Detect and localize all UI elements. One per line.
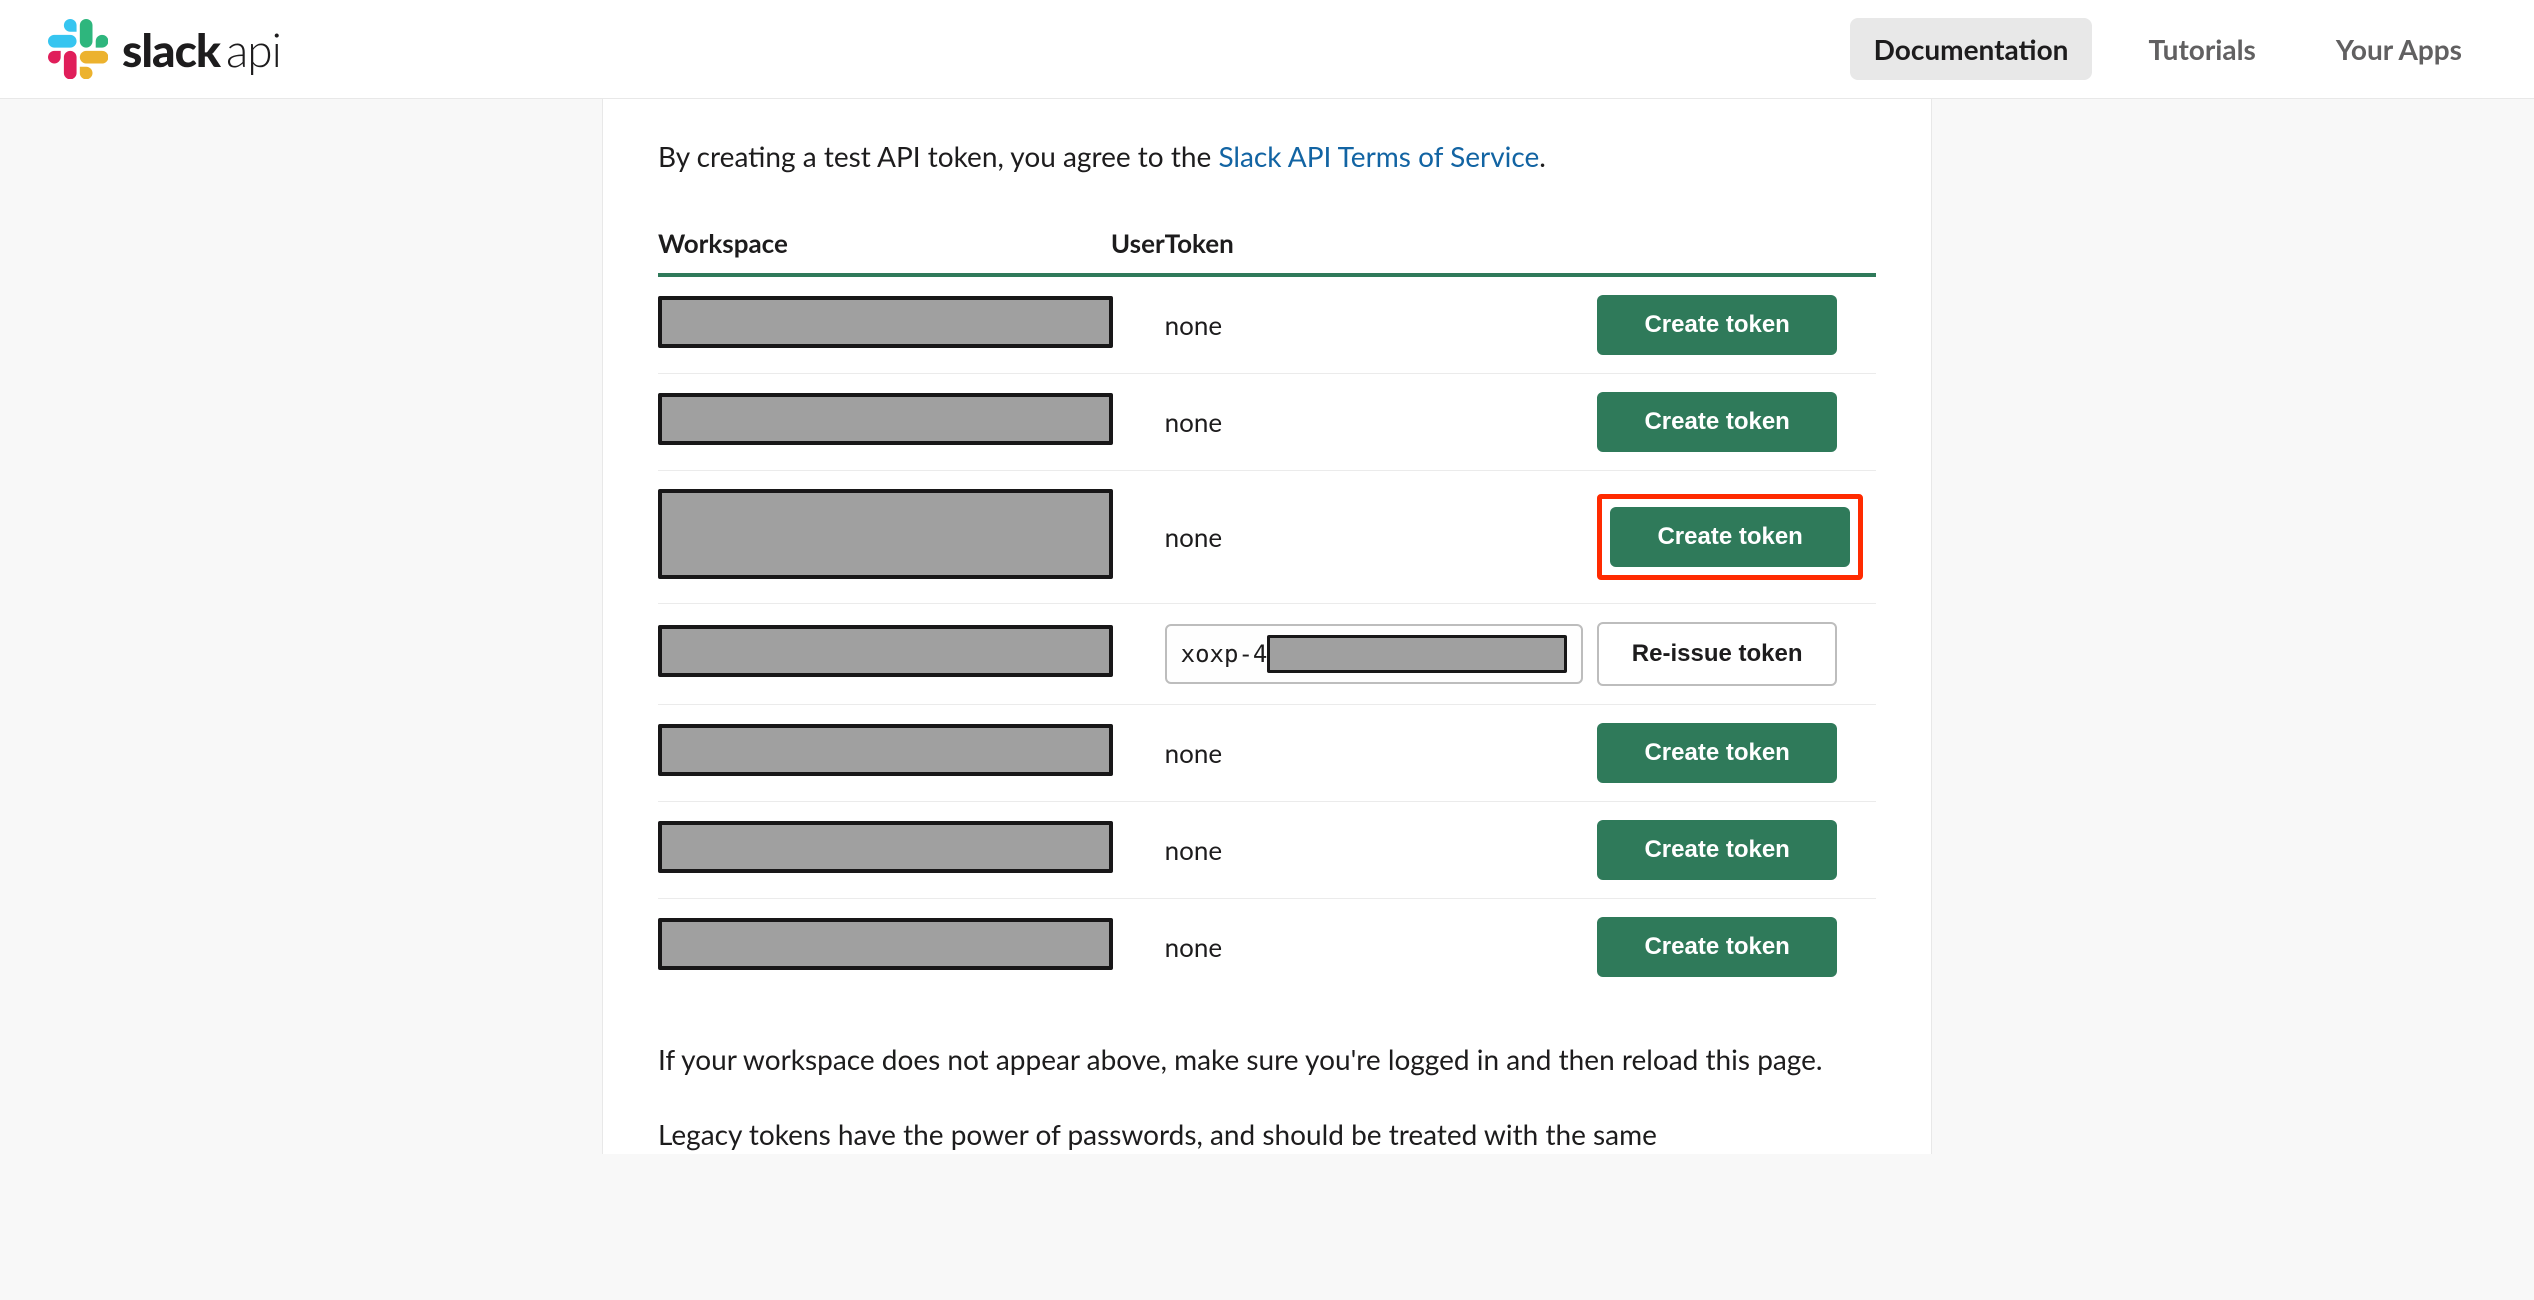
- th-action: [1597, 213, 1876, 275]
- redacted-workspace: [658, 489, 1113, 579]
- topbar: slackapi Documentation Tutorials Your Ap…: [0, 0, 2534, 99]
- table-row: none Create token: [658, 705, 1876, 802]
- note-missing-workspace: If your workspace does not appear above,…: [658, 1039, 1876, 1080]
- content-card: By creating a test API token, you agree …: [602, 99, 1932, 1154]
- redacted-workspace: [658, 918, 1113, 970]
- token-value: none: [1165, 834, 1223, 866]
- table-row: none Create token: [658, 802, 1876, 899]
- redacted-workspace: [658, 625, 1113, 677]
- slack-logo-icon: [48, 19, 108, 79]
- table-row: xoxp-4Re-issue token: [658, 604, 1876, 705]
- th-user: User: [1111, 213, 1165, 275]
- token-value: none: [1165, 309, 1223, 341]
- create-token-button[interactable]: Create token: [1597, 723, 1837, 783]
- create-token-button[interactable]: Create token: [1597, 392, 1837, 452]
- redacted-workspace: [658, 296, 1113, 348]
- primary-nav: Documentation Tutorials Your Apps: [1850, 18, 2486, 80]
- brand-wordmark: slackapi: [122, 22, 281, 77]
- note-legacy-tokens: Legacy tokens have the power of password…: [658, 1114, 1876, 1155]
- table-row: none Create token: [658, 899, 1876, 996]
- table-row: none Create token: [658, 471, 1876, 604]
- redacted-workspace: [658, 821, 1113, 873]
- intro-text: By creating a test API token, you agree …: [658, 139, 1876, 173]
- create-token-button[interactable]: Create token: [1610, 507, 1850, 567]
- token-value[interactable]: xoxp-4: [1165, 624, 1584, 684]
- table-row: none Create token: [658, 275, 1876, 374]
- redacted-workspace: [658, 393, 1113, 445]
- token-value: none: [1165, 521, 1223, 553]
- create-token-button[interactable]: Create token: [1597, 295, 1837, 355]
- tokens-table: Workspace User Token noneCreate tokennon…: [658, 213, 1876, 995]
- redacted-token: [1267, 635, 1567, 673]
- tos-link[interactable]: Slack API Terms of Service: [1218, 139, 1539, 173]
- table-row: none Create token: [658, 374, 1876, 471]
- th-token: Token: [1165, 213, 1598, 275]
- th-workspace: Workspace: [658, 213, 1111, 275]
- nav-documentation[interactable]: Documentation: [1850, 18, 2093, 80]
- highlighted-action: Create token: [1597, 494, 1863, 580]
- nav-tutorials[interactable]: Tutorials: [2124, 18, 2279, 80]
- token-value: none: [1165, 931, 1223, 963]
- reissue-token-button[interactable]: Re-issue token: [1597, 622, 1837, 686]
- nav-your-apps[interactable]: Your Apps: [2312, 18, 2486, 80]
- create-token-button[interactable]: Create token: [1597, 820, 1837, 880]
- token-value: none: [1165, 737, 1223, 769]
- create-token-button[interactable]: Create token: [1597, 917, 1837, 977]
- brand[interactable]: slackapi: [48, 19, 281, 79]
- redacted-workspace: [658, 724, 1113, 776]
- token-value: none: [1165, 406, 1223, 438]
